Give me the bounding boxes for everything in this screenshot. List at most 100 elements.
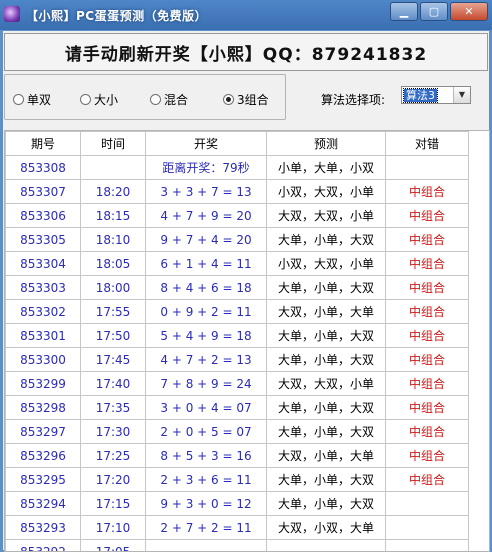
cell-issue: 853299	[6, 372, 81, 396]
cell-time: 17:05	[81, 540, 146, 552]
cell-result: 4 + 7 + 2 = 13	[146, 348, 267, 372]
algo-select[interactable]: 算法3 ▼	[401, 86, 471, 104]
cell-issue: 853308	[6, 156, 81, 180]
cell-match: 中组合	[386, 396, 469, 420]
cell-issue: 853303	[6, 276, 81, 300]
cell-match: 中组合	[386, 228, 469, 252]
table-row[interactable]: 85330718:203 + 3 + 7 = 13小双，大双，小单中组合	[6, 180, 469, 204]
col-header-prediction: 预测	[267, 132, 386, 156]
cell-match	[386, 492, 469, 516]
cell-time: 17:55	[81, 300, 146, 324]
table-row[interactable]: 85330418:056 + 1 + 4 = 11小双，大双，小单中组合	[6, 252, 469, 276]
cell-match: 中组合	[386, 252, 469, 276]
cell-prediction	[267, 540, 386, 552]
table-row[interactable]: 85329517:202 + 3 + 6 = 11大单，小单，大双中组合	[6, 468, 469, 492]
cell-prediction: 大双，小双，大单	[267, 516, 386, 540]
cell-result: 9 + 7 + 4 = 20	[146, 228, 267, 252]
col-header-match: 对错	[386, 132, 469, 156]
cell-time: 18:15	[81, 204, 146, 228]
cell-result: 4 + 7 + 9 = 20	[146, 204, 267, 228]
cell-issue: 853294	[6, 492, 81, 516]
cell-result: 3 + 3 + 7 = 13	[146, 180, 267, 204]
cell-prediction: 大双，小单，大单	[267, 444, 386, 468]
cell-result: 距离开奖：79秒	[146, 156, 267, 180]
cell-issue: 853301	[6, 324, 81, 348]
cell-time: 17:50	[81, 324, 146, 348]
cell-match: 中组合	[386, 276, 469, 300]
cell-match	[386, 540, 469, 552]
dropdown-arrow-icon[interactable]: ▼	[453, 87, 470, 103]
maximize-button[interactable]: ▢	[420, 2, 448, 21]
radio-danshuang[interactable]: 单双	[13, 91, 51, 108]
mode-options: 单双 大小 混合 3组合	[4, 74, 286, 120]
table-row[interactable]: 85329417:159 + 3 + 0 = 12大单，小单，大双	[6, 492, 469, 516]
table-row[interactable]: 853308距离开奖：79秒小单，大单，小双	[6, 156, 469, 180]
title-bar[interactable]: 【小熙】PC蛋蛋预测（免费版） ▁ ▢ ✕	[0, 0, 492, 30]
cell-prediction: 大单，小单，大双	[267, 492, 386, 516]
col-header-time: 时间	[81, 132, 146, 156]
cell-match: 中组合	[386, 348, 469, 372]
radio-dot-checked[interactable]	[223, 94, 234, 105]
table-row[interactable]: 85329217:05	[6, 540, 469, 552]
minimize-button[interactable]: ▁	[390, 2, 418, 21]
cell-result: 5 + 4 + 9 = 18	[146, 324, 267, 348]
cell-prediction: 大双，小单，大单	[267, 300, 386, 324]
cell-issue: 853302	[6, 300, 81, 324]
table-row[interactable]: 85329717:302 + 0 + 5 = 07大单，小单，大双中组合	[6, 420, 469, 444]
table-row[interactable]: 85329817:353 + 0 + 4 = 07大单，小单，大双中组合	[6, 396, 469, 420]
cell-match	[386, 156, 469, 180]
cell-match: 中组合	[386, 444, 469, 468]
cell-time: 17:30	[81, 420, 146, 444]
cell-result: 9 + 3 + 0 = 12	[146, 492, 267, 516]
cell-time: 17:40	[81, 372, 146, 396]
cell-time: 17:20	[81, 468, 146, 492]
cell-time	[81, 156, 146, 180]
cell-prediction: 大单，小单，大双	[267, 228, 386, 252]
cell-issue: 853295	[6, 468, 81, 492]
client-area: 请手动刷新开奖【小熙】QQ：879241832 单双 大小 混合 3组合 算法选…	[3, 31, 489, 550]
cell-issue: 853307	[6, 180, 81, 204]
results-table-container[interactable]: 期号 时间 开奖 预测 对错 853308距离开奖：79秒小单，大单，小双853…	[4, 130, 490, 552]
cell-match: 中组合	[386, 324, 469, 348]
table-row[interactable]: 85329917:407 + 8 + 9 = 24大双，大双，小单中组合	[6, 372, 469, 396]
cell-time: 17:10	[81, 516, 146, 540]
cell-prediction: 大双，大双，小单	[267, 204, 386, 228]
cell-result: 3 + 0 + 4 = 07	[146, 396, 267, 420]
table-row[interactable]: 85330117:505 + 4 + 9 = 18大单，小单，大双中组合	[6, 324, 469, 348]
radio-dot[interactable]	[80, 94, 91, 105]
radio-label: 混合	[164, 91, 188, 108]
cell-match: 中组合	[386, 300, 469, 324]
cell-prediction: 大单，小单，大双	[267, 276, 386, 300]
cell-result: 6 + 1 + 4 = 11	[146, 252, 267, 276]
radio-daxiao[interactable]: 大小	[80, 91, 118, 108]
cell-prediction: 大单，小单，大双	[267, 396, 386, 420]
table-row[interactable]: 85330017:454 + 7 + 2 = 13大单，小单，大双中组合	[6, 348, 469, 372]
table-row[interactable]: 85330217:550 + 9 + 2 = 11大双，小单，大单中组合	[6, 300, 469, 324]
cell-issue: 853300	[6, 348, 81, 372]
table-row[interactable]: 85329617:258 + 5 + 3 = 16大双，小单，大单中组合	[6, 444, 469, 468]
radio-hunhe[interactable]: 混合	[150, 91, 188, 108]
results-table: 期号 时间 开奖 预测 对错 853308距离开奖：79秒小单，大单，小双853…	[5, 131, 469, 552]
table-row[interactable]: 85330618:154 + 7 + 9 = 20大双，大双，小单中组合	[6, 204, 469, 228]
radio-dot[interactable]	[13, 94, 24, 105]
cell-prediction: 小双，大双，小单	[267, 252, 386, 276]
close-button[interactable]: ✕	[450, 2, 488, 21]
cell-prediction: 大单，小单，大双	[267, 348, 386, 372]
cell-time: 18:00	[81, 276, 146, 300]
cell-issue: 853293	[6, 516, 81, 540]
algo-label: 算法选择项:	[321, 91, 385, 108]
table-row[interactable]: 85329317:102 + 7 + 2 = 11大双，小双，大单	[6, 516, 469, 540]
app-icon	[4, 6, 20, 22]
table-row[interactable]: 85330318:008 + 4 + 6 = 18大单，小单，大双中组合	[6, 276, 469, 300]
cell-time: 17:45	[81, 348, 146, 372]
table-row[interactable]: 85330518:109 + 7 + 4 = 20大单，小单，大双中组合	[6, 228, 469, 252]
radio-dot[interactable]	[150, 94, 161, 105]
cell-prediction: 大单，小单，大双	[267, 468, 386, 492]
cell-prediction: 大双，大双，小单	[267, 372, 386, 396]
col-header-issue: 期号	[6, 132, 81, 156]
cell-prediction: 大单，小单，大双	[267, 420, 386, 444]
algo-select-value: 算法3	[404, 89, 437, 102]
cell-result: 2 + 0 + 5 = 07	[146, 420, 267, 444]
cell-time: 18:10	[81, 228, 146, 252]
radio-3zuhe[interactable]: 3组合	[223, 91, 269, 108]
